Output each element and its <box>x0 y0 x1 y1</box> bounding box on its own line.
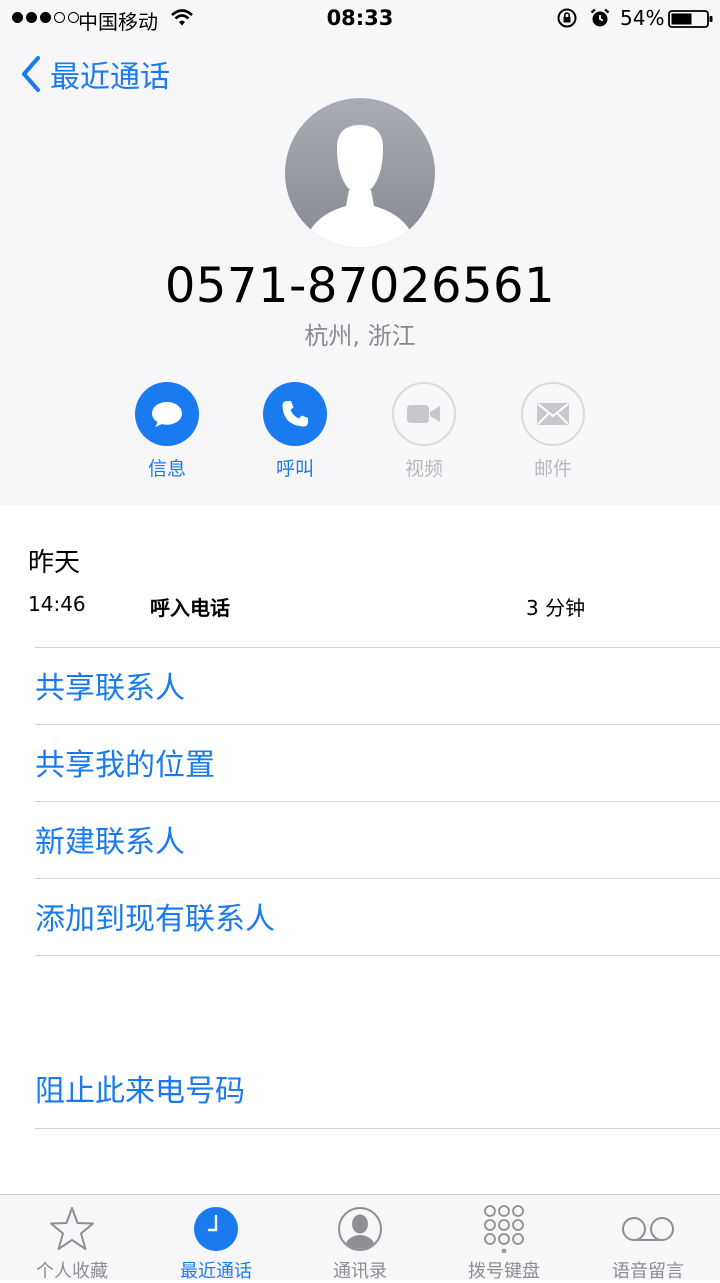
add-to-existing-contact-option[interactable]: 添加到现有联系人 <box>35 878 720 954</box>
contact-location: 杭州, 浙江 <box>304 322 416 350</box>
create-contact-option[interactable]: 新建联系人 <box>35 801 720 877</box>
call-log-entry: 14:46 呼入电话 3 分钟 <box>28 592 648 620</box>
message-action[interactable]: 信息 <box>122 382 212 481</box>
call-type: 呼入电话 <box>150 596 230 620</box>
call-duration: 3 分钟 <box>526 596 586 620</box>
battery-percentage: 54% <box>620 6 665 30</box>
tab-contacts[interactable]: 通讯录 <box>288 1195 432 1282</box>
call-log-day: 昨天 <box>28 548 81 578</box>
video-button[interactable] <box>392 382 456 446</box>
share-location-option[interactable]: 共享我的位置 <box>35 724 720 800</box>
star-icon <box>50 1207 94 1250</box>
message-button[interactable] <box>135 382 199 446</box>
video-action-label: 视频 <box>404 458 443 480</box>
tab-label: 语音留言 <box>612 1261 684 1282</box>
mail-action-label: 邮件 <box>533 458 572 480</box>
mail-icon <box>537 403 569 425</box>
status-time: 08:33 <box>326 6 394 30</box>
call-time: 14:46 <box>28 592 86 616</box>
clock-icon <box>194 1207 238 1251</box>
video-action[interactable]: 视频 <box>379 382 469 481</box>
tab-recents[interactable]: 最近通话 <box>144 1195 288 1282</box>
tab-bar: 个人收藏 最近通话 通讯录 拨号键盘 语音留言 <box>0 1194 720 1282</box>
contact-phone-number: 0571-87026561 <box>164 258 556 314</box>
phone-icon <box>282 401 308 427</box>
battery-icon <box>668 10 713 28</box>
tab-voicemail[interactable]: 语音留言 <box>576 1195 720 1282</box>
tab-label: 个人收藏 <box>36 1261 108 1282</box>
contacts-icon <box>338 1207 382 1251</box>
tab-label: 最近通话 <box>180 1261 252 1282</box>
share-contact-option[interactable]: 共享联系人 <box>35 647 720 723</box>
message-action-label: 信息 <box>147 458 186 480</box>
call-action[interactable]: 呼叫 <box>250 382 340 481</box>
mail-button[interactable] <box>521 382 585 446</box>
avatar <box>285 98 435 248</box>
rotation-lock-icon <box>557 8 577 28</box>
video-icon <box>407 405 440 423</box>
status-bar: 中国移动 08:33 54% <box>0 0 720 38</box>
divider <box>35 955 720 956</box>
alarm-icon <box>590 8 610 27</box>
back-button[interactable]: 最近通话 <box>20 52 170 96</box>
tab-label: 拨号键盘 <box>468 1261 540 1282</box>
back-button-label: 最近通话 <box>50 60 170 95</box>
message-icon <box>152 402 182 427</box>
call-action-label: 呼叫 <box>275 458 314 480</box>
voicemail-icon <box>622 1217 674 1241</box>
mail-action[interactable]: 邮件 <box>508 382 598 481</box>
tab-label: 通讯录 <box>333 1261 387 1282</box>
keypad-icon <box>484 1205 524 1253</box>
call-button[interactable] <box>263 382 327 446</box>
divider <box>35 1128 720 1129</box>
tab-keypad[interactable]: 拨号键盘 <box>432 1195 576 1282</box>
block-caller-option[interactable]: 阻止此来电号码 <box>35 1050 720 1126</box>
chevron-left-icon <box>22 56 40 92</box>
tab-favorites[interactable]: 个人收藏 <box>0 1195 144 1282</box>
